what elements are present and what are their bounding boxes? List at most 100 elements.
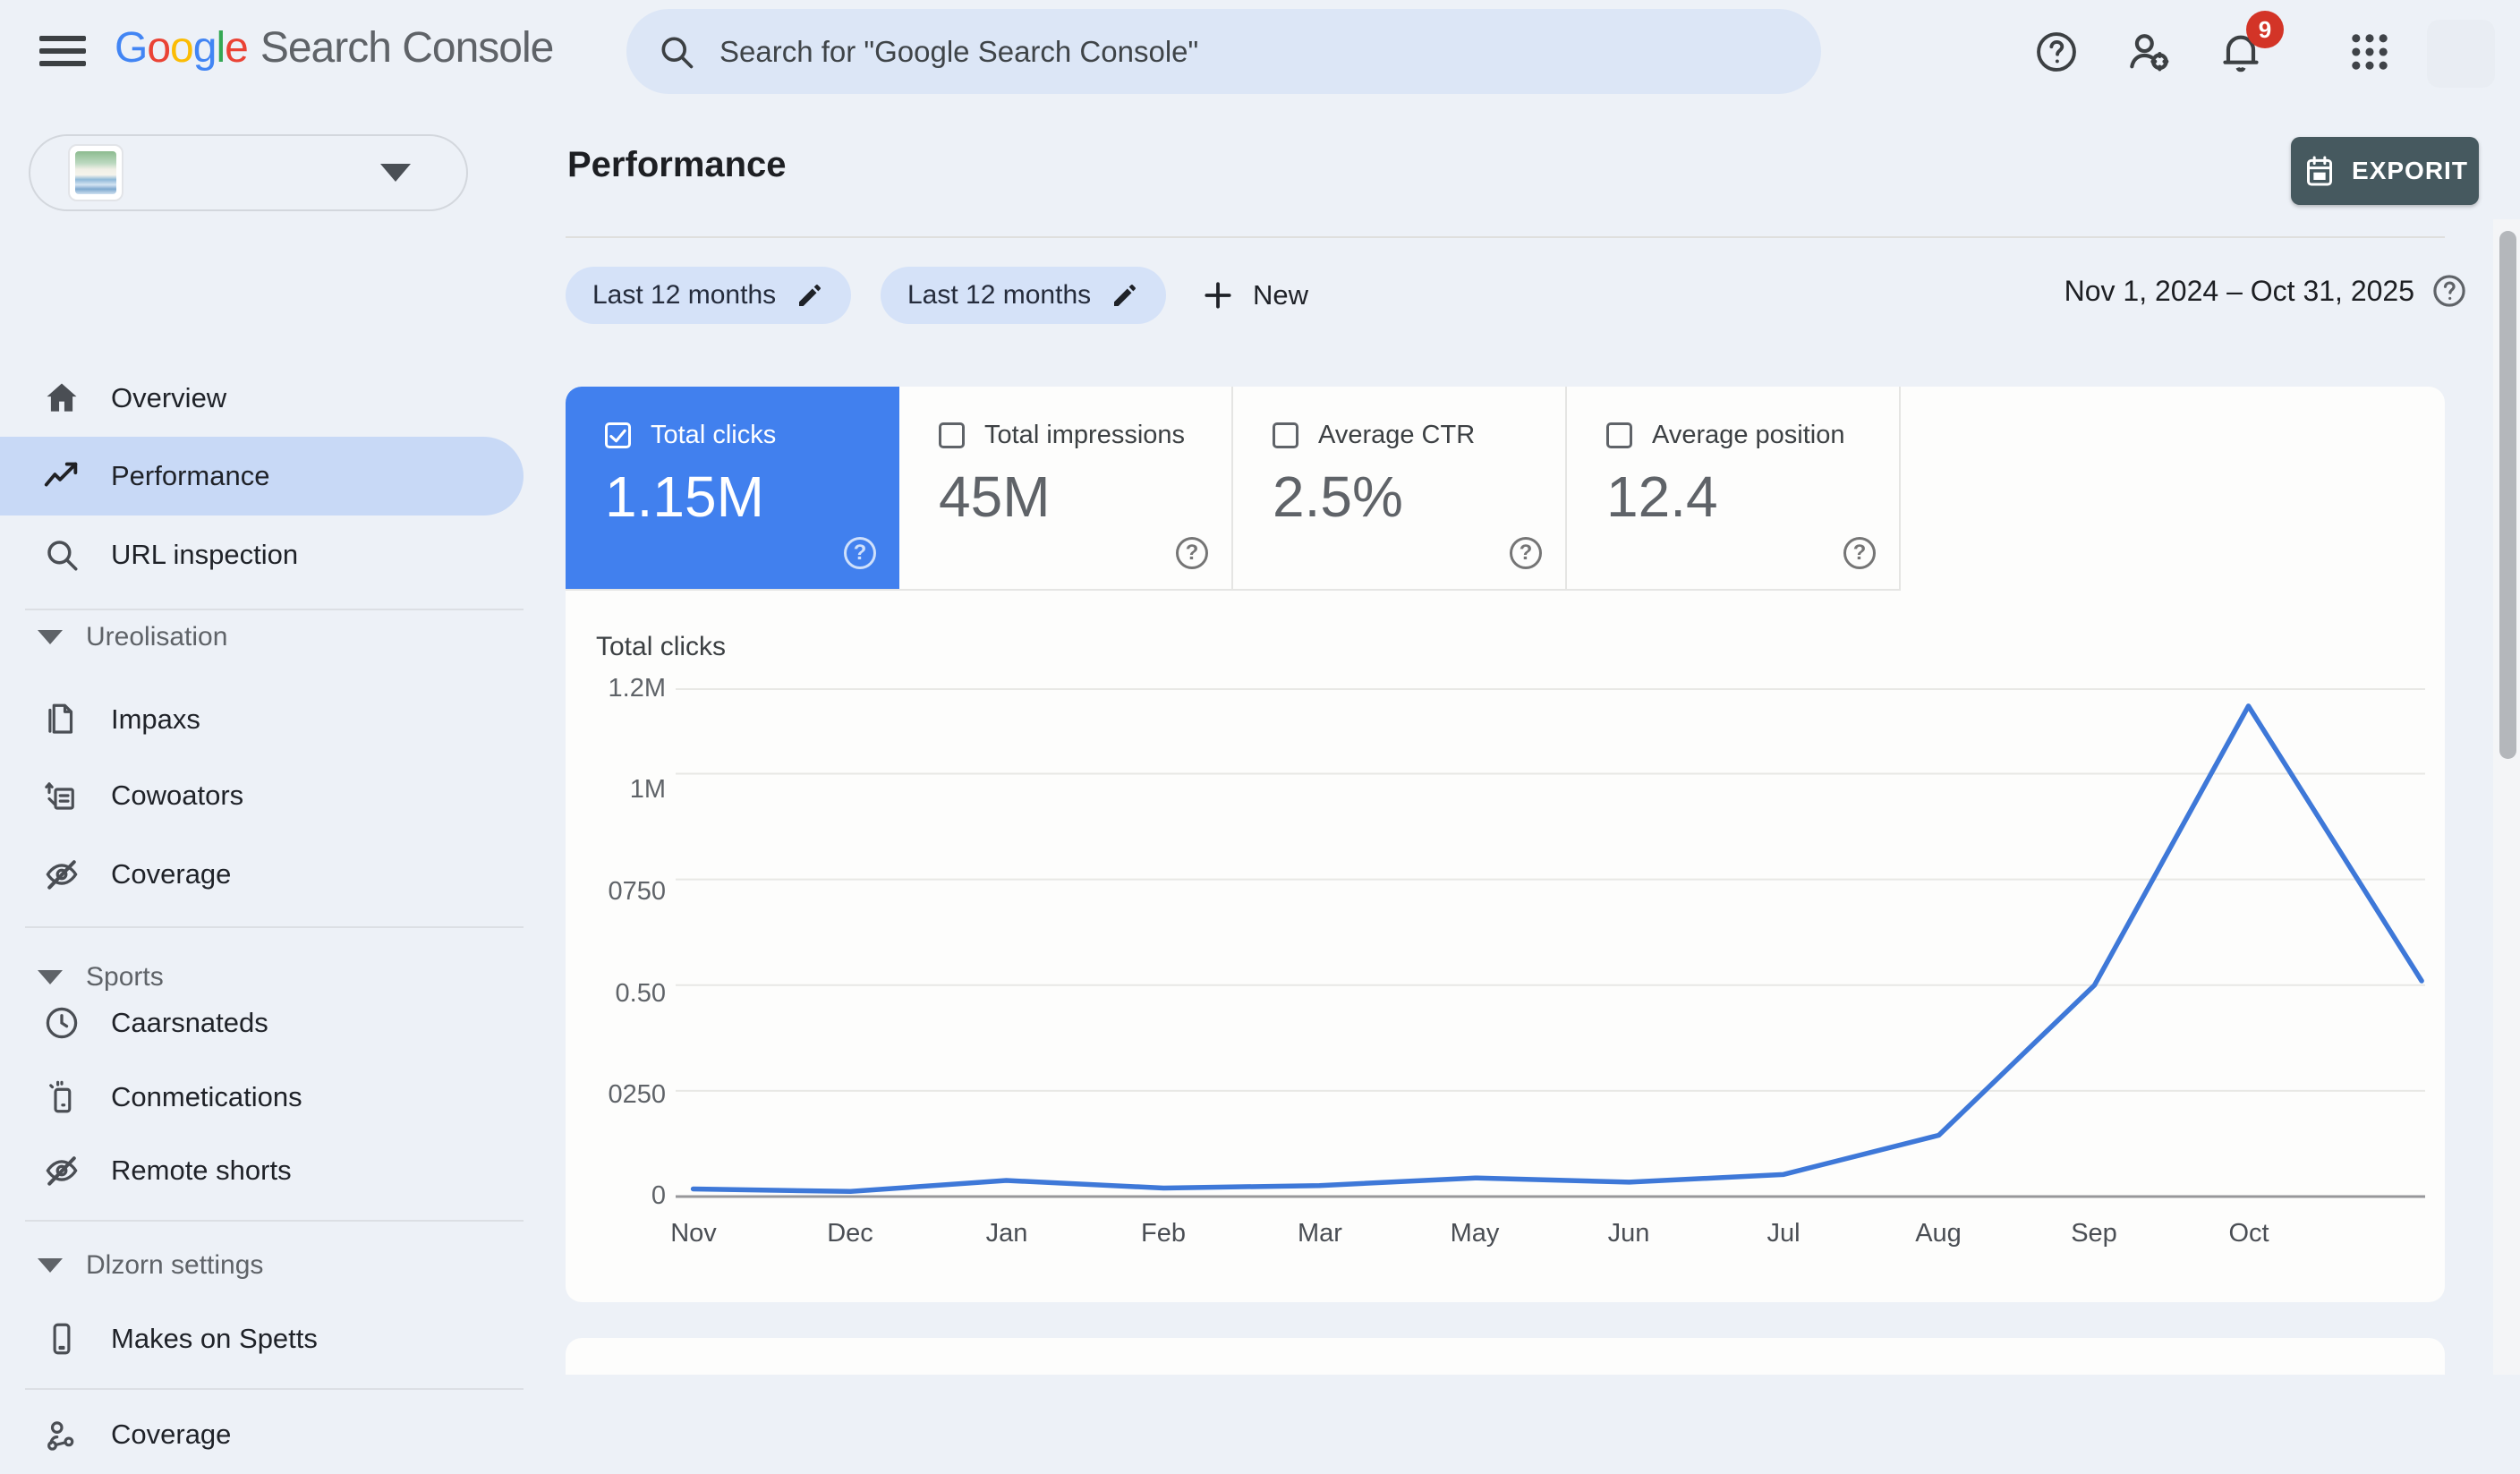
- help-icon[interactable]: ?: [1510, 537, 1542, 569]
- x-axis-tick: Jan: [985, 1219, 1028, 1248]
- chart-legend: Total clicks: [596, 632, 727, 661]
- search-icon: [657, 32, 696, 72]
- x-axis-tick: Oct: [2228, 1219, 2269, 1248]
- metric-value: 45M: [939, 464, 1051, 529]
- sidebar-item-url-inspection[interactable]: URL inspection: [0, 515, 524, 594]
- date-range: Nov 1, 2024 – Oct 31, 2025: [2065, 272, 2468, 310]
- checkbox-checked-icon[interactable]: [605, 422, 631, 448]
- menu-icon[interactable]: [39, 30, 86, 72]
- x-axis-tick: Jun: [1607, 1219, 1650, 1248]
- edit-pencil-icon: [1111, 281, 1139, 310]
- manage-accounts-button[interactable]: [2122, 25, 2175, 79]
- sidebar: Overview Performance URL inspection Ureo…: [0, 103, 524, 1451]
- property-thumbnail: [68, 144, 123, 201]
- checkbox-unchecked-icon[interactable]: [939, 422, 965, 448]
- trending-up-icon: [41, 456, 82, 497]
- metric-value: 12.4: [1606, 464, 1718, 529]
- y-axis-tick: 0: [651, 1181, 666, 1210]
- x-axis-tick: Sep: [2071, 1219, 2117, 1248]
- notification-badge: 9: [2246, 11, 2284, 48]
- sidebar-item-caarsnateds[interactable]: Caarsnateds: [0, 984, 524, 1062]
- x-axis-tick: Aug: [1915, 1219, 1962, 1248]
- home-icon: [41, 378, 82, 419]
- sidebar-divider: [25, 1220, 524, 1222]
- scrollbar-thumb[interactable]: [2499, 231, 2516, 759]
- sidebar-item-cowoators[interactable]: Cowoators: [0, 756, 524, 835]
- chevron-down-icon: [38, 1258, 63, 1273]
- sidebar-item-coverage-2[interactable]: Coverage: [0, 1395, 524, 1474]
- top-app-bar: Google Search Console Search for "Google…: [0, 0, 2520, 103]
- search-icon: [41, 534, 82, 575]
- apps-grid-icon[interactable]: [2343, 25, 2397, 79]
- search-input[interactable]: Search for "Google Search Console": [626, 9, 1821, 94]
- next-section-panel: [566, 1338, 2445, 1375]
- clicks-line-chart[interactable]: [676, 688, 2425, 1198]
- y-axis-tick: 1M: [629, 775, 666, 804]
- help-button[interactable]: [2030, 25, 2083, 79]
- help-icon[interactable]: ?: [1176, 537, 1208, 569]
- metric-card-total-clicks[interactable]: Total clicks 1.15M ?: [566, 387, 899, 591]
- document-icon: [41, 699, 82, 740]
- device-upload-icon: [41, 1077, 82, 1118]
- sidebar-section-ureolisation[interactable]: Ureolisation: [0, 606, 524, 669]
- metric-value: 2.5%: [1273, 464, 1403, 529]
- chevron-down-icon: [380, 164, 411, 182]
- performance-panel: Total clicks 1.15M ? Total impressions 4…: [566, 387, 2445, 1302]
- clicks-chart: Total clicks 1.2M 1M 0750 0.50 0250 0 No…: [566, 591, 2445, 1302]
- document-arrow-icon: [41, 775, 82, 816]
- y-axis-tick: 0.50: [615, 979, 666, 1008]
- metric-cards-row: Total clicks 1.15M ? Total impressions 4…: [566, 387, 2445, 591]
- clock-icon: [41, 1002, 82, 1044]
- metric-card-average-position[interactable]: Average position 12.4 ?: [1567, 387, 1901, 591]
- filter-chip-compare[interactable]: Last 12 months: [881, 267, 1167, 324]
- sidebar-divider: [25, 926, 524, 928]
- smartphone-icon: [41, 1318, 82, 1359]
- sidebar-section-dlzorn-settings[interactable]: Dlzorn settings: [0, 1234, 524, 1297]
- plus-icon: [1201, 278, 1235, 312]
- metric-value: 1.15M: [605, 464, 764, 529]
- x-axis-tick: Dec: [827, 1219, 873, 1248]
- eye-slash-icon: [41, 854, 82, 895]
- metric-card-total-impressions[interactable]: Total impressions 45M ?: [899, 387, 1233, 591]
- x-axis-tick: Jul: [1767, 1219, 1801, 1248]
- property-selector[interactable]: [29, 134, 468, 211]
- chevron-down-icon: [38, 630, 63, 644]
- sidebar-item-conmetications[interactable]: Conmetications: [0, 1058, 524, 1137]
- help-icon[interactable]: [2431, 272, 2468, 310]
- header-divider: [566, 236, 2445, 238]
- filter-chip-date[interactable]: Last 12 months: [566, 267, 852, 324]
- sidebar-item-overview[interactable]: Overview: [0, 359, 524, 438]
- notifications-button[interactable]: 9: [2214, 11, 2284, 79]
- y-axis-tick: 1.2M: [608, 674, 666, 703]
- export-button[interactable]: EXPORIT: [2291, 137, 2479, 205]
- edit-pencil-icon: [796, 281, 824, 310]
- checkbox-unchecked-icon[interactable]: [1606, 422, 1632, 448]
- y-axis-tick: 0250: [608, 1080, 666, 1109]
- x-axis-tick: May: [1450, 1219, 1500, 1248]
- page-title: Performance: [567, 145, 787, 184]
- metric-card-average-ctr[interactable]: Average CTR 2.5% ?: [1233, 387, 1567, 591]
- people-share-icon: [41, 1414, 82, 1455]
- chevron-down-icon: [38, 970, 63, 984]
- eye-slash-icon: [41, 1150, 82, 1191]
- google-logo: Google: [115, 24, 249, 72]
- x-axis-tick: Feb: [1141, 1219, 1186, 1248]
- calendar-icon: [2302, 153, 2337, 189]
- sidebar-item-impaxs[interactable]: Impaxs: [0, 680, 524, 759]
- sidebar-item-performance[interactable]: Performance: [0, 437, 524, 515]
- sidebar-item-coverage[interactable]: Coverage: [0, 835, 524, 914]
- help-icon[interactable]: ?: [844, 537, 876, 569]
- sidebar-divider: [25, 1388, 524, 1390]
- product-name: Search Console: [260, 24, 555, 72]
- date-range-text: Nov 1, 2024 – Oct 31, 2025: [2064, 274, 2414, 307]
- y-axis-tick: 0750: [608, 877, 666, 906]
- avatar[interactable]: [2427, 20, 2495, 88]
- sidebar-item-makes-on-spetts[interactable]: Makes on Spetts: [0, 1299, 524, 1378]
- x-axis-tick: Mar: [1298, 1219, 1342, 1248]
- checkbox-unchecked-icon[interactable]: [1273, 422, 1298, 448]
- help-icon[interactable]: ?: [1843, 537, 1876, 569]
- x-axis-tick: Nov: [670, 1219, 717, 1248]
- search-placeholder: Search for "Google Search Console": [719, 34, 1199, 68]
- new-filter-button[interactable]: New: [1201, 267, 1308, 324]
- sidebar-item-remote-shorts[interactable]: Remote shorts: [0, 1131, 524, 1210]
